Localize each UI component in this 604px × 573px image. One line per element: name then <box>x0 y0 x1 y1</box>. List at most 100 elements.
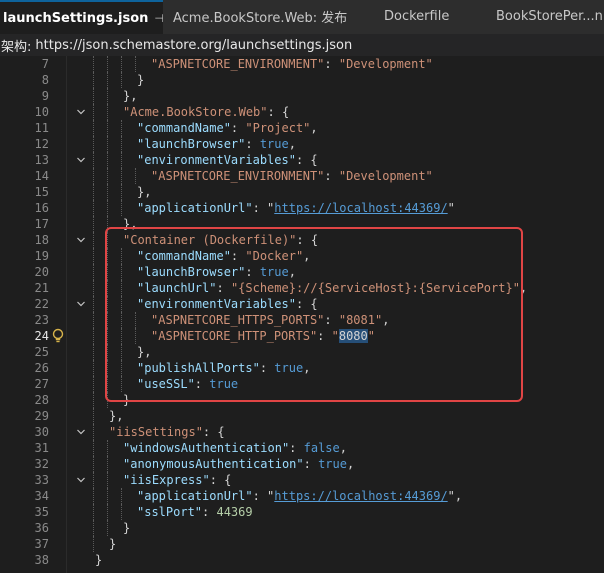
line-number: 20 <box>34 265 49 279</box>
code-token: "anonymousAuthentication" <box>123 457 304 471</box>
schema-url[interactable]: https://json.schemastore.org/launchsetti… <box>35 38 352 53</box>
code-token: } <box>137 73 145 87</box>
chevron-down-icon[interactable] <box>76 298 86 310</box>
code-line[interactable]: 35 "sslPort": 44369 <box>0 504 604 520</box>
line-number: 31 <box>34 441 49 455</box>
code-line[interactable]: 16 "applicationUrl": "https://localhost:4… <box>0 200 604 216</box>
code-line[interactable]: 22 "environmentVariables": { <box>0 296 604 312</box>
line-number: 34 <box>34 489 49 503</box>
indent-guide <box>93 456 94 472</box>
code-line[interactable]: 26 "publishAllPorts": true, <box>0 360 604 376</box>
indent-guide <box>107 56 108 72</box>
line-number: 14 <box>34 169 49 183</box>
schema-bar: 架构: https://json.schemastore.org/launchs… <box>0 34 604 56</box>
tab-publish[interactable]: Acme.BookStore.Web: 发布 <box>163 0 376 33</box>
code-line[interactable]: 7 "ASPNETCORE_ENVIRONMENT": "Development" <box>0 56 604 72</box>
code-line[interactable]: 36} <box>0 520 604 536</box>
code-line[interactable]: 9}, <box>0 88 604 104</box>
code-token: "iisExpress" <box>123 473 210 487</box>
code-editor[interactable]: 7 "ASPNETCORE_ENVIRONMENT": "Development"… <box>0 56 604 573</box>
code-line[interactable]: 31 "windowsAuthentication": false, <box>0 440 604 456</box>
chevron-down-icon[interactable] <box>76 154 86 166</box>
chevron-down-icon[interactable] <box>76 234 86 246</box>
tab-bookstore-pro[interactable]: BookStorePer...nPro <box>486 0 604 33</box>
code-line[interactable]: 10 "Acme.BookStore.Web": { <box>0 104 604 120</box>
code-token: , <box>519 281 528 295</box>
indent-guide <box>107 472 108 488</box>
code-token: "commandName" <box>137 121 231 135</box>
code-token: } <box>123 521 131 535</box>
indent-guide <box>107 232 108 248</box>
code-line[interactable]: 19 "commandName": "Docker", <box>0 248 604 264</box>
line-number: 17 <box>34 217 49 231</box>
code-token: "environmentVariables" <box>137 297 296 311</box>
url-link[interactable]: https://localhost:44369/ <box>274 201 447 215</box>
code-token: : { <box>267 105 290 119</box>
code-line[interactable]: 11 "commandName": "Project", <box>0 120 604 136</box>
code-line[interactable]: 18 "Container (Dockerfile)": { <box>0 232 604 248</box>
code-token: "sslPort" <box>137 505 203 519</box>
code-line[interactable]: 17}, <box>0 216 604 232</box>
code-text: "ASPNETCORE_ENVIRONMENT": "Development" <box>151 56 433 72</box>
code-line[interactable]: 13 "environmentVariables": { <box>0 152 604 168</box>
indent-guide <box>93 408 94 424</box>
pin-icon[interactable]: ⊣ <box>154 12 163 25</box>
line-number: 26 <box>34 361 49 375</box>
code-token: , <box>303 361 311 375</box>
tab-dockerfile[interactable]: Dockerfile <box>376 0 486 33</box>
indent-guide <box>121 280 122 296</box>
code-line[interactable]: 30 "iisSettings": { <box>0 424 604 440</box>
code-text: "useSSL": true <box>137 376 238 392</box>
chevron-down-icon[interactable] <box>76 426 86 438</box>
indent-guide <box>93 472 94 488</box>
indent-guide <box>135 328 136 344</box>
code-line[interactable]: 29}, <box>0 408 604 424</box>
code-line[interactable]: 23 "ASPNETCORE_HTTPS_PORTS": "8081", <box>0 312 604 328</box>
indent-guide <box>121 376 122 392</box>
url-link[interactable]: https://localhost:44369/ <box>274 489 447 503</box>
indent-guide <box>107 344 108 360</box>
code-text: "environmentVariables": { <box>137 296 318 312</box>
code-text: }, <box>123 216 137 232</box>
indent-guide <box>93 200 94 216</box>
indent-guide <box>107 248 108 264</box>
line-number: 19 <box>34 249 49 263</box>
chevron-down-icon[interactable] <box>76 474 86 486</box>
code-line[interactable]: 14 "ASPNETCORE_ENVIRONMENT": "Development… <box>0 168 604 184</box>
indent-guide <box>107 136 108 152</box>
code-line[interactable]: 15}, <box>0 184 604 200</box>
code-line[interactable]: 34 "applicationUrl": "https://localhost:4… <box>0 488 604 504</box>
line-number: 35 <box>34 505 49 519</box>
code-line[interactable]: 24 "ASPNETCORE_HTTP_PORTS": "8080" <box>0 328 604 344</box>
line-number: 16 <box>34 201 49 215</box>
code-token: "windowsAuthentication" <box>123 441 290 455</box>
code-line[interactable]: 25}, <box>0 344 604 360</box>
indent-guide <box>93 168 94 184</box>
chevron-down-icon[interactable] <box>76 106 86 118</box>
code-text: "Acme.BookStore.Web": { <box>123 104 289 120</box>
indent-guide <box>93 136 94 152</box>
code-line[interactable]: 32 "anonymousAuthentication": true, <box>0 456 604 472</box>
indent-guide <box>93 216 94 232</box>
code-line[interactable]: 20 "launchBrowser": true, <box>0 264 604 280</box>
code-token: : <box>230 249 246 263</box>
indent-guide <box>107 184 108 200</box>
code-line[interactable]: 38} <box>0 552 604 568</box>
line-number: 36 <box>34 521 49 535</box>
selected-text: 8080 <box>338 329 368 343</box>
indent-guide <box>121 248 122 264</box>
indent-guide <box>121 504 122 520</box>
code-line[interactable]: 12 "launchBrowser": true, <box>0 136 604 152</box>
tab-launchsettings[interactable]: launchSettings.json ⊣ ✕ <box>0 0 163 34</box>
lightbulb-icon[interactable] <box>51 328 65 344</box>
code-token: "commandName" <box>137 249 231 263</box>
code-line[interactable]: 8} <box>0 72 604 88</box>
code-line[interactable]: 27 "useSSL": true <box>0 376 604 392</box>
code-line[interactable]: 28} <box>0 392 604 408</box>
code-line[interactable]: 37} <box>0 536 604 552</box>
indent-guide <box>121 264 122 280</box>
code-line[interactable]: 33 "iisExpress": { <box>0 472 604 488</box>
line-number: 13 <box>34 153 49 167</box>
indent-guide <box>93 328 94 344</box>
code-line[interactable]: 21 "launchUrl": "{Scheme}://{ServiceHost}… <box>0 280 604 296</box>
